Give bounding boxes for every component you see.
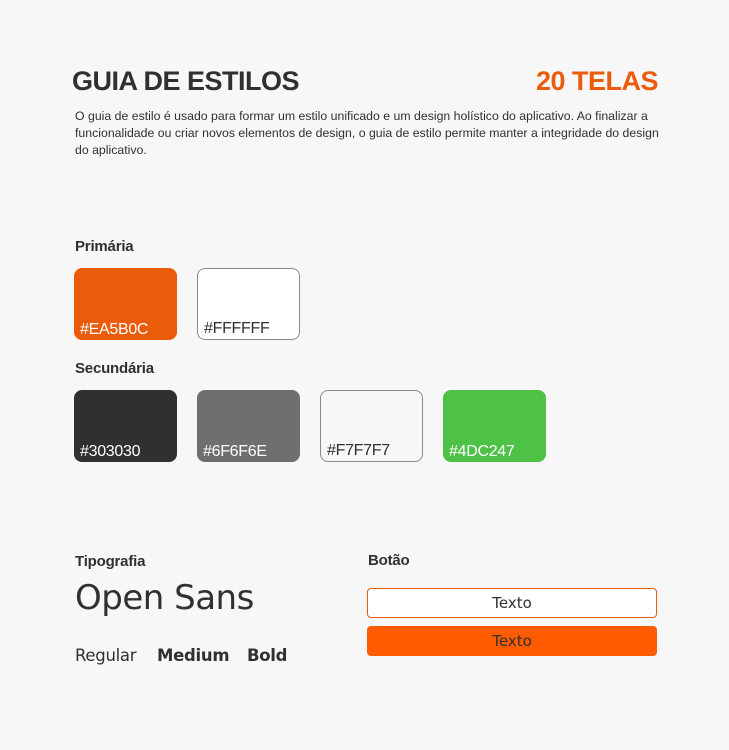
primary-colors-label: Primária <box>75 238 134 255</box>
typography-label: Tipografia <box>75 553 146 570</box>
outline-button[interactable]: Texto <box>367 588 657 618</box>
page-title: GUIA DE ESTILOS <box>72 66 300 96</box>
secondary-colors-label: Secundária <box>75 360 154 377</box>
color-swatch-secondary-gray: #6F6F6E <box>197 390 300 462</box>
font-family-sample: Open Sans <box>75 578 254 618</box>
swatch-hex-label: #F7F7F7 <box>327 442 390 459</box>
color-swatch-secondary-light: #F7F7F7 <box>320 390 423 462</box>
filled-button-label: Texto <box>492 632 532 650</box>
swatch-hex-label: #EA5B0C <box>80 321 149 338</box>
screens-count: 20 TELAS <box>535 66 659 96</box>
font-weight-bold: Bold <box>247 646 288 665</box>
color-swatch-secondary-dark: #303030 <box>74 390 177 462</box>
filled-button[interactable]: Texto <box>367 626 657 656</box>
font-weight-medium: Medium <box>157 646 230 665</box>
font-weight-regular: Regular <box>75 646 137 665</box>
color-swatch-secondary-green: #4DC247 <box>443 390 546 462</box>
buttons-label: Botão <box>368 552 410 569</box>
color-swatch-primary-white: #FFFFFF <box>197 268 300 340</box>
swatch-hex-label: #4DC247 <box>449 443 515 460</box>
swatch-hex-label: #303030 <box>80 443 141 460</box>
page-description: O guia de estilo é usado para formar um … <box>75 109 659 157</box>
swatch-hex-label: #FFFFFF <box>204 320 270 337</box>
swatch-hex-label: #6F6F6E <box>203 443 267 460</box>
outline-button-label: Texto <box>492 594 532 612</box>
color-swatch-primary-orange: #EA5B0C <box>74 268 177 340</box>
